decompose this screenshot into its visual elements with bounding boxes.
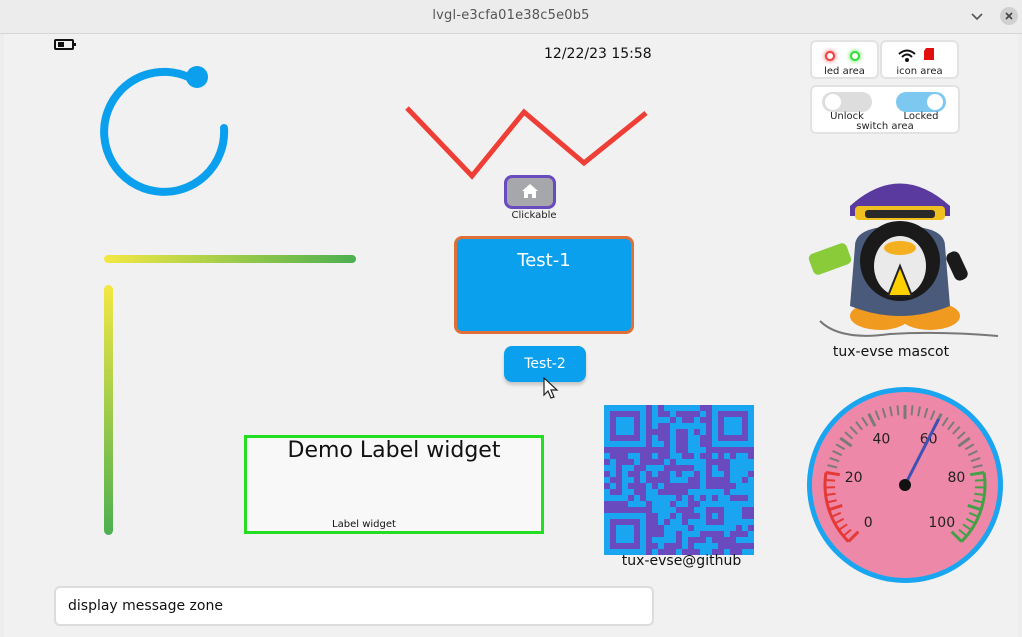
gauge-tick-label: 40 bbox=[872, 432, 890, 448]
icon-area-label: icon area bbox=[896, 66, 943, 77]
tux-mascot-image bbox=[808, 183, 999, 337]
gauge-tick bbox=[896, 405, 900, 416]
qr-finder-pattern bbox=[604, 513, 646, 555]
icon-area: icon area bbox=[880, 40, 959, 79]
arc-knob[interactable] bbox=[186, 66, 208, 88]
minimize-button[interactable] bbox=[968, 7, 986, 25]
line-widget bbox=[405, 106, 648, 180]
unlock-switch[interactable] bbox=[822, 92, 872, 112]
battery-icon bbox=[54, 39, 76, 50]
wifi-icon bbox=[898, 49, 916, 62]
qr-finder-pattern bbox=[712, 405, 754, 447]
horizontal-bar bbox=[104, 255, 356, 263]
switch-knob bbox=[825, 94, 841, 110]
vertical-bar bbox=[104, 285, 113, 535]
gauge-tick-label: 80 bbox=[947, 470, 965, 486]
sd-card-icon bbox=[924, 48, 934, 60]
close-icon bbox=[1005, 12, 1013, 20]
message-zone[interactable]: display message zone bbox=[54, 586, 654, 626]
red-led bbox=[825, 51, 835, 61]
datetime-label: 12/22/23 15:58 bbox=[544, 46, 652, 62]
switch-area-label: switch area bbox=[856, 121, 914, 132]
led-area: led area bbox=[810, 40, 879, 79]
green-led bbox=[850, 51, 860, 61]
locked-switch[interactable] bbox=[896, 92, 946, 112]
clickable-home-button[interactable] bbox=[504, 175, 556, 209]
qr-label: tux-evse@github bbox=[621, 553, 742, 569]
arc-indicator bbox=[100, 67, 229, 196]
gauge-tick bbox=[910, 405, 914, 416]
gauge-tick-label: 0 bbox=[864, 515, 873, 531]
demo-label-widget: Demo Label widget Label widget bbox=[244, 435, 544, 534]
gauge-tick-label: 20 bbox=[845, 470, 863, 486]
switch-area: Unlock Locked switch area bbox=[810, 85, 960, 134]
demo-label-title: Demo Label widget bbox=[287, 438, 501, 463]
qr-finder-pattern bbox=[604, 405, 646, 447]
gauge-tick bbox=[825, 478, 836, 482]
test-1-button[interactable]: Test-1 bbox=[454, 236, 634, 334]
app-canvas: 12/22/23 15:58 Clickable Test-1 Test-2 D… bbox=[4, 34, 1018, 637]
mascot-label: tux-evse mascot bbox=[832, 344, 950, 360]
close-button[interactable] bbox=[1000, 7, 1018, 25]
chevron-down-icon bbox=[971, 13, 983, 21]
demo-label-caption: Label widget bbox=[332, 519, 396, 530]
window-title: lvgl-e3cfa01e38c5e0b5 bbox=[432, 8, 590, 23]
speed-gauge: 020406080100 bbox=[807, 387, 1003, 583]
qr-code bbox=[604, 405, 754, 555]
home-icon bbox=[522, 184, 538, 198]
mouse-cursor-icon bbox=[543, 377, 559, 399]
gauge-tick bbox=[825, 492, 836, 497]
window-titlebar: lvgl-e3cfa01e38c5e0b5 bbox=[0, 0, 1022, 34]
gauge-tick bbox=[974, 492, 985, 497]
gauge-tick-label: 100 bbox=[928, 515, 955, 531]
gauge-hub bbox=[899, 479, 911, 491]
switch-knob bbox=[927, 94, 943, 110]
clickable-label: Clickable bbox=[511, 210, 557, 221]
gauge-tick bbox=[974, 478, 985, 482]
led-area-label: led area bbox=[824, 66, 865, 77]
arc-widget[interactable] bbox=[99, 59, 239, 199]
